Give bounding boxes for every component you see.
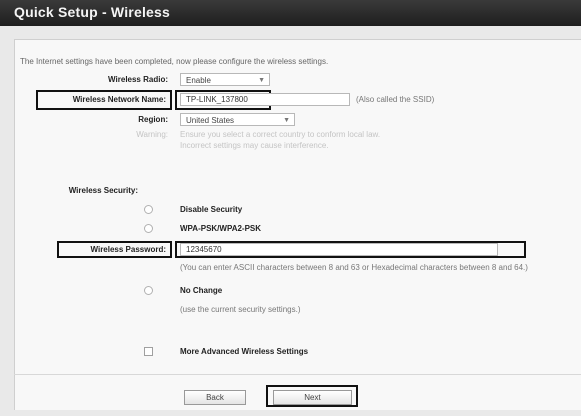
page-title: Quick Setup - Wireless [14,4,170,20]
advanced-settings-checkbox[interactable] [144,347,153,356]
wireless-radio-value: Enable [186,76,211,85]
divider [14,374,581,375]
next-button[interactable]: Next [273,390,352,405]
network-name-input[interactable]: TP-LINK_137800 [180,93,350,106]
wpa-psk-option-label: WPA-PSK/WPA2-PSK [180,224,262,233]
intro-text: The Internet settings have been complete… [20,57,329,66]
wireless-radio-label: Wireless Radio: [108,75,168,84]
wireless-password-label: Wireless Password: [90,245,166,254]
chevron-down-icon: ▼ [283,117,290,124]
disable-security-option-label: Disable Security [180,205,243,214]
advanced-settings-label: More Advanced Wireless Settings [180,347,309,356]
region-select[interactable]: United States ▼ [180,113,295,126]
wireless-radio-select[interactable]: Enable ▼ [180,73,270,86]
chevron-down-icon: ▼ [258,77,265,84]
no-change-hint: (use the current security settings.) [180,305,301,314]
region-label: Region: [138,115,168,124]
wireless-security-label: Wireless Security: [68,186,138,195]
title-bar: Quick Setup - Wireless [0,0,581,26]
wpa-psk-radio[interactable] [144,224,153,233]
network-name-label: Wireless Network Name: [72,95,166,104]
region-warning-line1: Ensure you select a correct country to c… [180,130,381,139]
no-change-option-label: No Change [180,286,223,295]
wireless-password-input[interactable]: 12345670 [180,243,498,256]
password-hint: (You can enter ASCII characters between … [180,263,528,272]
disable-security-radio[interactable] [144,205,153,214]
ssid-hint: (Also called the SSID) [356,95,435,104]
region-warning-line2: Incorrect settings may cause interferenc… [180,141,329,150]
region-warning-label: Warning: [136,130,168,139]
no-change-radio[interactable] [144,286,153,295]
back-button[interactable]: Back [184,390,246,405]
region-value: United States [186,116,235,125]
